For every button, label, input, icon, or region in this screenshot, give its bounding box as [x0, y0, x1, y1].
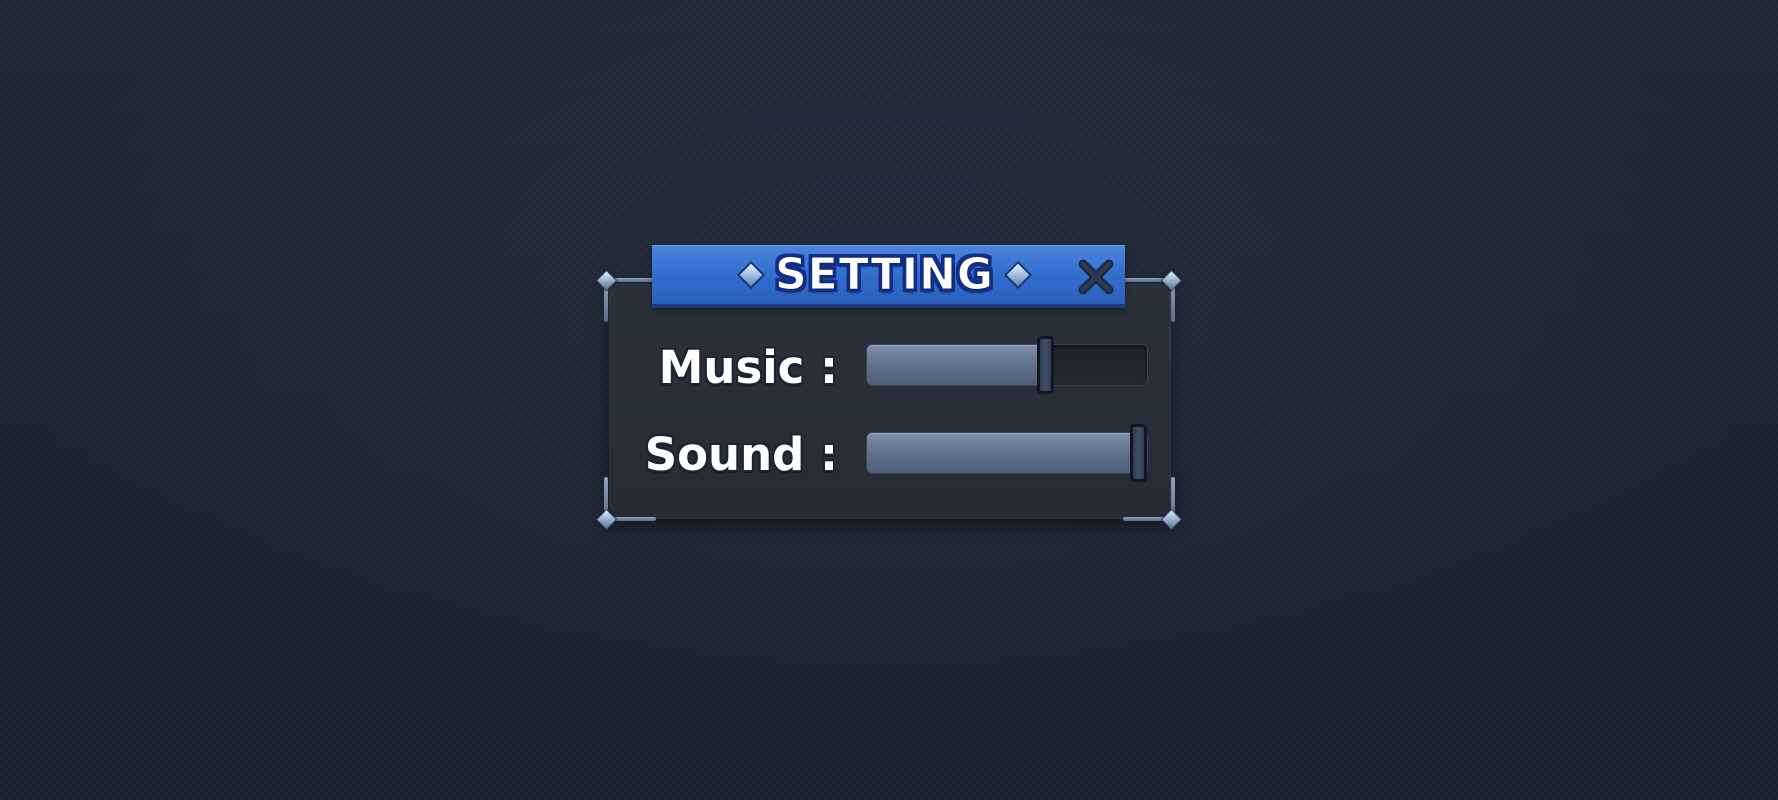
slider-handle[interactable] — [1037, 336, 1055, 394]
sound-label: Sound : — [644, 428, 838, 481]
dialog-title: SETTING — [774, 249, 995, 300]
slider-fill — [867, 433, 1147, 473]
title-group: SETTING — [652, 246, 1125, 304]
close-button[interactable] — [1075, 256, 1117, 298]
close-icon — [1078, 259, 1114, 295]
slider-handle[interactable] — [1130, 424, 1147, 482]
music-slider[interactable] — [867, 336, 1147, 394]
diamond-icon — [1003, 260, 1033, 290]
slider-fill — [867, 345, 1047, 385]
diamond-icon — [736, 260, 766, 290]
sound-slider[interactable] — [867, 424, 1147, 482]
music-label: Music : — [658, 341, 838, 394]
title-banner: SETTING — [652, 245, 1125, 308]
settings-panel — [609, 284, 1171, 519]
